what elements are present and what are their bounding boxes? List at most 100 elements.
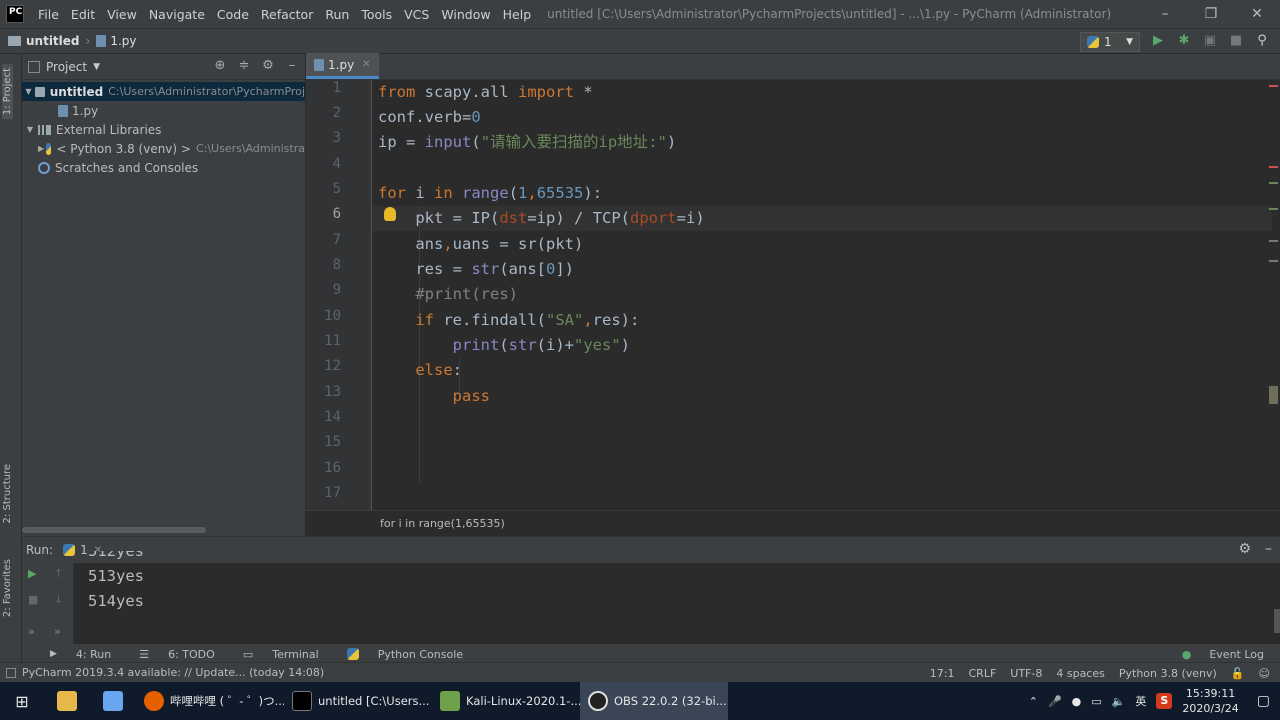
interpreter-setting[interactable]: Python 3.8 (venv) — [1119, 667, 1217, 680]
close-tab-icon[interactable]: ✕ — [362, 59, 370, 70]
windows-start-icon[interactable]: ⊞ — [0, 682, 44, 720]
hide-icon[interactable]: – — [285, 58, 299, 73]
editor-tab-1py[interactable]: 1.py ✕ — [306, 53, 379, 79]
run-icon[interactable]: ▶ — [1150, 32, 1166, 50]
tab-python-console[interactable]: Python Console — [333, 648, 463, 661]
taskbar-item-pycharm[interactable]: untitled [C:\Users... — [284, 682, 432, 720]
scroll-thumb[interactable] — [1269, 386, 1278, 404]
tool-window-icon[interactable] — [6, 667, 16, 678]
tree-item-untitled[interactable]: ▼ untitled C:\Users\Administrator\Pychar… — [22, 82, 305, 101]
tab-favorites[interactable]: 2: Favorites — [2, 559, 13, 617]
expand-arrow-icon[interactable]: ▼ — [24, 125, 36, 134]
event-log-button[interactable]: ● Event Log — [1168, 648, 1264, 661]
warning-mark[interactable] — [1269, 182, 1278, 184]
down-arrow-icon[interactable]: ↓ — [54, 593, 63, 606]
tab-todo[interactable]: ☰ 6: TODO — [125, 648, 215, 661]
menu-vcs[interactable]: VCS — [398, 7, 435, 22]
search-icon[interactable]: ⚲ — [1254, 32, 1270, 50]
status-widgets: 17:1 CRLF UTF-8 4 spaces Python 3.8 (ven… — [930, 663, 1270, 683]
tab-run[interactable]: ▶ 4: Run — [36, 648, 111, 661]
coverage-icon[interactable]: ▣ — [1202, 32, 1218, 50]
taskbar-item-obs[interactable]: OBS 22.0.2 (32-bi... — [580, 682, 728, 720]
volume-icon[interactable]: 🔈 — [1112, 695, 1126, 708]
indent-setting[interactable]: 4 spaces — [1056, 667, 1105, 680]
gear-icon[interactable]: ⚙ — [261, 58, 275, 73]
menu-help[interactable]: Help — [497, 7, 538, 22]
tree-item-external-libraries[interactable]: ▼ External Libraries — [22, 120, 305, 139]
stop-icon[interactable]: ■ — [1228, 32, 1244, 50]
menu-view[interactable]: View — [101, 7, 143, 22]
locate-icon[interactable]: ⊕ — [213, 58, 227, 73]
inspector-icon[interactable]: ☺ — [1259, 667, 1270, 680]
run-tab[interactable]: 1 — [80, 543, 88, 557]
rerun-icon[interactable]: ▶ — [28, 567, 36, 580]
menu-edit[interactable]: Edit — [65, 7, 101, 22]
sogou-icon[interactable]: S — [1156, 693, 1173, 709]
menu-window[interactable]: Window — [435, 7, 496, 22]
code-area[interactable]: from scapy.all import * conf.verb=0 ip =… — [378, 80, 1268, 510]
gear-icon[interactable]: ⚙ — [1238, 541, 1251, 557]
python-file-icon — [314, 58, 324, 71]
menu-refactor[interactable]: Refactor — [255, 7, 319, 22]
close-icon[interactable]: ✕ — [1234, 0, 1280, 28]
hide-icon[interactable]: – — [1265, 541, 1272, 557]
code-breadcrumb[interactable]: for i in range(1,65535) — [306, 510, 1280, 536]
file-explorer-icon[interactable] — [44, 682, 90, 720]
menu-code[interactable]: Code — [211, 7, 255, 22]
chevron-up-icon[interactable]: ⌃ — [1029, 695, 1038, 708]
network-icon[interactable]: ▭ — [1091, 695, 1101, 708]
collapse-icon[interactable]: ≑ — [237, 58, 251, 73]
menu-run[interactable]: Run — [319, 7, 355, 22]
tab-project[interactable]: 1: Project — [2, 64, 13, 120]
warning-mark[interactable] — [1269, 208, 1278, 210]
expand-arrow-icon[interactable]: ▶ — [38, 144, 44, 153]
stop-icon[interactable]: ■ — [28, 593, 38, 606]
warning-mark[interactable] — [1269, 260, 1278, 262]
tree-item-python-sdk[interactable]: ▶ < Python 3.8 (venv) > C:\Users\Adminis… — [22, 139, 305, 158]
tab-structure[interactable]: 2: Structure — [2, 464, 13, 523]
folder-icon — [8, 36, 21, 46]
microphone-icon[interactable]: 🎤 — [1048, 695, 1062, 708]
restore-icon[interactable]: ❐ — [1188, 0, 1234, 28]
tree-item-label: 1.py — [72, 103, 99, 118]
file-encoding[interactable]: UTF-8 — [1010, 667, 1042, 680]
error-stripe[interactable] — [1268, 80, 1280, 510]
taskbar-item-browser[interactable]: 哔哩哔哩 ( ゜- ゜)つ... — [136, 682, 284, 720]
chevron-down-icon[interactable]: ▼ — [93, 62, 100, 72]
warning-mark[interactable] — [1269, 240, 1278, 242]
notification-icon[interactable]: ▢ — [1257, 693, 1270, 709]
menu-navigate[interactable]: Navigate — [143, 7, 211, 22]
more-icon[interactable]: » — [54, 625, 61, 638]
tree-item-label: External Libraries — [56, 122, 162, 137]
line-separator[interactable]: CRLF — [969, 667, 997, 680]
qq-icon[interactable]: ● — [1072, 695, 1082, 708]
expand-arrow-icon[interactable]: ▼ — [24, 87, 33, 96]
more-icon[interactable]: » — [28, 625, 35, 638]
run-panel-actions: ⚙ – — [1238, 541, 1272, 557]
up-arrow-icon[interactable]: ↑ — [54, 567, 63, 580]
tab-terminal[interactable]: ▭ Terminal — [229, 648, 319, 661]
menu-tools[interactable]: Tools — [355, 7, 398, 22]
run-config-select[interactable]: 1 ▼ — [1080, 32, 1140, 52]
tree-item-scratches[interactable]: Scratches and Consoles — [22, 158, 305, 177]
menu-file[interactable]: File — [32, 7, 65, 22]
console-output[interactable]: 512yes 513yes 514yes — [88, 551, 144, 614]
clock[interactable]: 15:39:11 2020/3/24 — [1182, 686, 1238, 716]
caret-position[interactable]: 17:1 — [930, 667, 955, 680]
breadcrumb-file[interactable]: 1.py — [110, 34, 136, 48]
minimize-icon[interactable]: – — [1142, 0, 1188, 28]
lock-icon[interactable]: 🔓 — [1231, 667, 1245, 680]
app-pinned-icon[interactable] — [90, 682, 136, 720]
error-mark[interactable] — [1269, 166, 1278, 168]
debug-icon[interactable]: ✱ — [1176, 32, 1192, 50]
error-mark[interactable] — [1269, 85, 1278, 87]
horizontal-scrollbar[interactable] — [22, 527, 206, 533]
status-message[interactable]: PyCharm 2019.3.4 available: // Update...… — [22, 666, 324, 679]
line-number: 3 — [332, 130, 341, 146]
project-panel-title[interactable]: Project — [46, 60, 87, 74]
tree-item-1py[interactable]: 1.py — [22, 101, 305, 120]
vertical-scrollbar[interactable] — [1274, 609, 1280, 633]
ime-indicator[interactable]: 英 — [1135, 693, 1146, 709]
breadcrumb-project[interactable]: untitled — [26, 34, 80, 48]
taskbar-item-vmware[interactable]: Kali-Linux-2020.1-... — [432, 682, 580, 720]
